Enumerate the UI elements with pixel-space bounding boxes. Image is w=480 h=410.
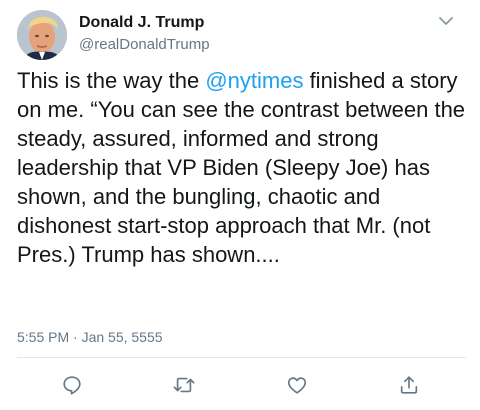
author-info: Donald J. Trump @realDonaldTrump [79,13,210,55]
mention-link[interactable]: @nytimes [205,68,303,93]
divider [17,357,466,358]
tweet-text-after: finished a story on me. “You can see the… [17,68,466,267]
retweet-icon [173,377,195,393]
share-button[interactable] [396,372,422,398]
reply-icon [63,376,81,395]
tweet-text: This is the way the @nytimes finished a … [17,66,467,269]
action-bar [0,372,480,400]
user-handle[interactable]: @realDonaldTrump [79,35,210,55]
chevron-down-icon[interactable] [438,14,454,26]
avatar-image [17,10,67,60]
heart-icon [287,377,307,394]
avatar[interactable] [17,10,67,60]
tweet-text-before: This is the way the [17,68,206,93]
share-icon [400,376,418,394]
timestamp[interactable]: 5:55 PM · Jan 55, 5555 [17,328,163,346]
reply-button[interactable] [59,372,85,398]
retweet-button[interactable] [171,372,197,398]
display-name[interactable]: Donald J. Trump [79,13,210,33]
like-button[interactable] [284,372,310,398]
tweet-card: Donald J. Trump @realDonaldTrump This is… [0,0,480,410]
